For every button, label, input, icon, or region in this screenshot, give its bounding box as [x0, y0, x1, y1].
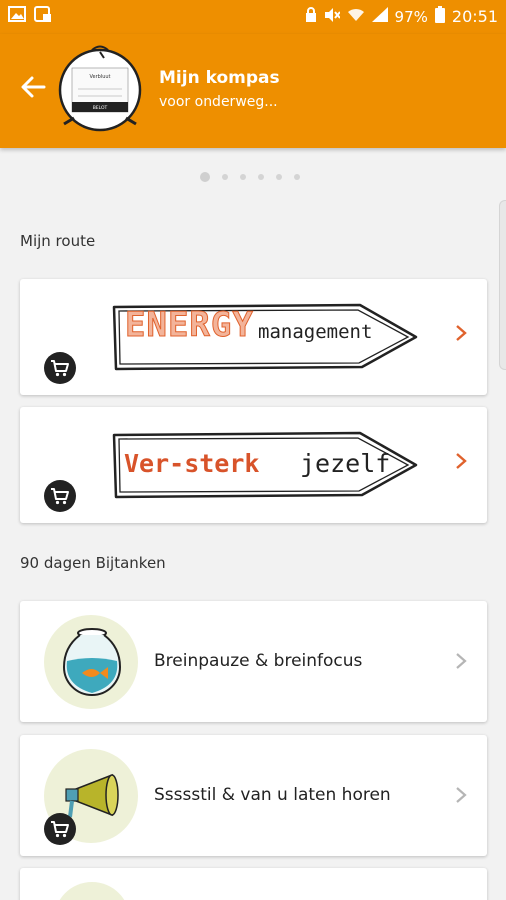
battery-percent: 97%: [394, 7, 428, 26]
cart-icon[interactable]: [44, 813, 76, 845]
cart-icon[interactable]: [44, 480, 76, 512]
carousel-dot[interactable]: [276, 174, 282, 180]
item-label: Breinpauze & breinfocus: [154, 651, 363, 671]
app-bar: Verbluut BELOT Mijn kompas voor onderweg…: [0, 34, 506, 148]
fishbowl-icon: [62, 628, 122, 696]
megaphone-icon: [65, 773, 119, 818]
chevron-right-icon[interactable]: [455, 323, 467, 348]
carousel-dot[interactable]: [240, 174, 246, 180]
avatar-caption: Verbluut: [89, 74, 110, 80]
sign-text-jezelf: jezelf: [300, 449, 391, 478]
carousel-dot[interactable]: [294, 174, 300, 180]
wifi-icon: [347, 7, 365, 26]
route-card-energy[interactable]: ENERGY management: [20, 279, 487, 395]
sign-text-management: management: [258, 321, 373, 343]
item-illustration: [54, 882, 130, 900]
carousel-indicator: [200, 172, 300, 182]
carousel-dot[interactable]: [258, 174, 264, 180]
section-heading-bijtanken: 90 dagen Bijtanken: [20, 554, 166, 572]
bijtanken-item-partial[interactable]: [20, 868, 487, 900]
sign-text-energy: ENERGY: [125, 305, 254, 346]
mute-icon: [324, 7, 341, 27]
page-title: Mijn kompas: [159, 68, 280, 88]
sign-text-versterk: Ver-sterk: [124, 449, 260, 478]
gallery-icon: [8, 6, 26, 26]
status-bar: 97% 20:51: [0, 0, 506, 34]
route-card-versterk[interactable]: Ver-sterk jezelf: [20, 407, 487, 523]
chevron-right-icon[interactable]: [455, 651, 467, 676]
bijtanken-item-breinpauze[interactable]: Breinpauze & breinfocus: [20, 601, 487, 722]
screenshot-icon: [34, 6, 52, 26]
item-label: Ssssstil & van u laten horen: [154, 785, 391, 805]
back-arrow-icon[interactable]: [20, 74, 46, 104]
cart-icon[interactable]: [44, 352, 76, 384]
signal-icon: [371, 7, 388, 26]
carousel-dot[interactable]: [200, 172, 210, 182]
page-subtitle: voor onderweg...: [159, 94, 278, 110]
lock-icon: [305, 6, 317, 27]
side-scroll-edge: [499, 200, 506, 370]
chevron-right-icon[interactable]: [455, 451, 467, 476]
compass-avatar: Verbluut BELOT: [58, 44, 142, 132]
battery-icon: [434, 6, 445, 27]
bijtanken-item-ssssstil[interactable]: Ssssstil & van u laten horen: [20, 735, 487, 856]
clock: 20:51: [451, 7, 498, 26]
section-heading-route: Mijn route: [20, 232, 96, 250]
carousel-dot[interactable]: [222, 174, 228, 180]
chevron-right-icon[interactable]: [455, 785, 467, 810]
avatar-button-text: BELOT: [93, 105, 108, 111]
